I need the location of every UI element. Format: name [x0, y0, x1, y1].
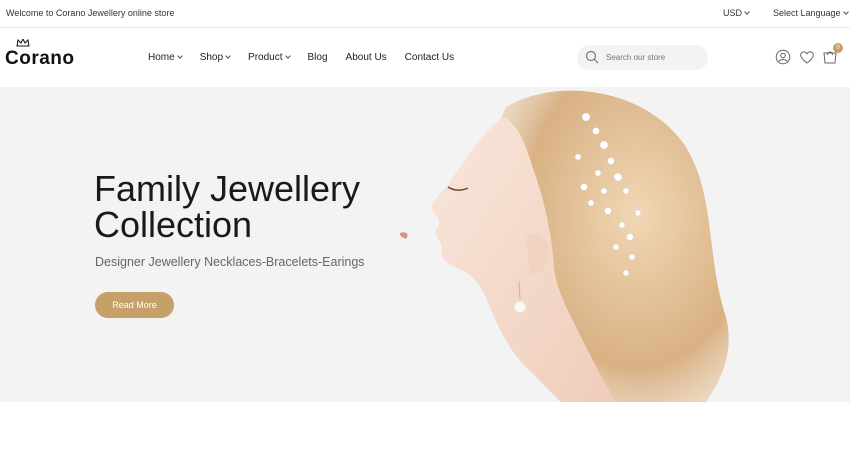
crown-icon	[16, 39, 30, 47]
main-nav: Home Shop Product Blog About Us Contact …	[148, 52, 472, 63]
chevron-down-icon	[744, 9, 750, 15]
nav-label: Blog	[307, 52, 328, 63]
cart-count-badge: 0	[833, 43, 843, 53]
hero-title: Family Jewellery Collection	[94, 171, 394, 243]
read-more-button[interactable]: Read More	[95, 292, 174, 318]
nav-about-us[interactable]: About Us	[346, 52, 387, 63]
top-bar: Welcome to Corano Jewellery online store…	[0, 0, 850, 28]
chevron-down-icon	[176, 53, 183, 59]
hero-subtitle: Designer Jewellery Necklaces-Bracelets-E…	[95, 255, 365, 269]
nav-blog[interactable]: Blog	[308, 52, 328, 63]
currency-label: USD	[723, 8, 743, 18]
nav-shop[interactable]: Shop	[199, 52, 231, 63]
nav-label: Product	[248, 52, 283, 63]
logo-text: Corano	[5, 48, 75, 69]
logo[interactable]: Corano	[5, 39, 75, 70]
nav-label: Home	[148, 52, 175, 63]
nav-label: Shop	[199, 52, 224, 63]
welcome-text: Welcome to Corano Jewellery online store	[6, 8, 175, 18]
chevron-down-icon	[842, 9, 849, 15]
currency-selector[interactable]: USD	[723, 8, 750, 18]
search-input[interactable]	[606, 50, 701, 65]
user-icon[interactable]	[775, 49, 791, 65]
heart-icon[interactable]	[799, 49, 815, 65]
hero-title-line1: Family Jewellery	[94, 168, 361, 209]
nav-contact-us[interactable]: Contact Us	[405, 52, 454, 63]
chevron-down-icon	[225, 53, 231, 59]
nav-label: Contact Us	[404, 52, 455, 63]
nav-home[interactable]: Home	[148, 52, 183, 63]
nav-product[interactable]: Product	[248, 52, 291, 63]
nav-label: About Us	[345, 52, 387, 63]
main-header: Corano Home Shop Product Blog About Us C…	[0, 28, 850, 87]
language-selector[interactable]: Select Language	[773, 8, 849, 18]
chevron-down-icon	[284, 53, 291, 59]
hero-model-image	[400, 90, 729, 402]
language-label: Select Language	[773, 8, 841, 18]
search-icon[interactable]	[585, 50, 599, 64]
search-bar[interactable]	[577, 45, 708, 70]
hero-title-line2: Collection	[94, 204, 253, 245]
hero-banner: Family Jewellery Collection Designer Jew…	[0, 87, 850, 402]
